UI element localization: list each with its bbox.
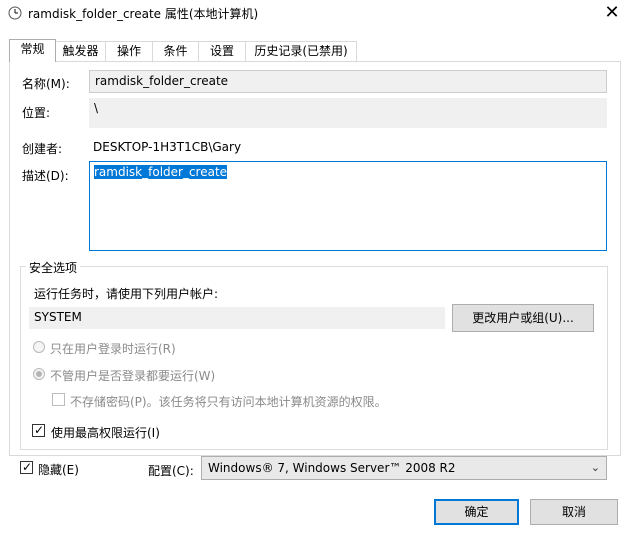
location-field[interactable]: \ xyxy=(89,98,607,128)
no-store-password-checkbox[interactable] xyxy=(52,393,65,406)
run-as-prompt: 运行任务时，请使用下列用户帐户: xyxy=(34,287,219,301)
cancel-button[interactable]: 取消 xyxy=(530,499,618,525)
clock-icon xyxy=(8,6,22,20)
radio-selected-dot xyxy=(36,371,42,377)
configure-select[interactable]: Windows® 7, Windows Server™ 2008 R2 ⌄ xyxy=(201,456,607,480)
name-field[interactable]: ramdisk_folder_create xyxy=(89,70,607,93)
description-field[interactable]: ramdisk_folder_create xyxy=(89,161,607,251)
author-value: DESKTOP-1H3T1CB\Gary xyxy=(93,140,242,154)
radio-logged-on-only[interactable] xyxy=(33,341,45,353)
name-label: 名称(M): xyxy=(22,77,70,91)
tab-general[interactable]: 常规 xyxy=(9,39,56,62)
hidden-checkbox[interactable]: ✓ xyxy=(20,460,33,474)
author-label: 创建者: xyxy=(22,142,63,156)
tab-actions[interactable]: 操作 xyxy=(105,41,153,61)
ok-button[interactable]: 确定 xyxy=(434,499,519,525)
chevron-down-icon: ⌄ xyxy=(590,461,600,474)
location-label: 位置: xyxy=(22,106,51,120)
radio-logged-on-or-not[interactable] xyxy=(33,368,45,380)
radio-logged-on-only-label: 只在用户登录时运行(R) xyxy=(50,342,176,356)
tab-conditions[interactable]: 条件 xyxy=(152,41,199,61)
configure-select-value: Windows® 7, Windows Server™ 2008 R2 xyxy=(208,461,456,475)
check-icon: ✓ xyxy=(34,423,45,437)
window-title: ramdisk_folder_create 属性(本地计算机) xyxy=(28,7,259,21)
tab-settings[interactable]: 设置 xyxy=(198,41,246,61)
hidden-label: 隐藏(E) xyxy=(38,463,79,477)
security-options-title: 安全选项 xyxy=(26,259,81,276)
description-label: 描述(D): xyxy=(22,169,69,183)
tab-triggers[interactable]: 触发器 xyxy=(55,41,106,61)
check-icon: ✓ xyxy=(22,460,33,474)
change-user-button[interactable]: 更改用户或组(U)... xyxy=(452,304,594,332)
user-account-field: SYSTEM xyxy=(29,307,445,329)
radio-logged-on-or-not-label: 不管用户是否登录都要运行(W) xyxy=(50,369,216,383)
tab-history[interactable]: 历史记录(已禁用) xyxy=(245,41,357,61)
configure-label: 配置(C): xyxy=(148,464,194,478)
highest-privileges-checkbox[interactable]: ✓ xyxy=(32,423,45,437)
description-text: ramdisk_folder_create xyxy=(94,165,228,179)
no-store-password-label: 不存储密码(P)。该任务将只有访问本地计算机资源的权限。 xyxy=(70,395,387,409)
close-icon[interactable]: ✕ xyxy=(600,2,624,26)
highest-privileges-label: 使用最高权限运行(I) xyxy=(51,426,160,440)
